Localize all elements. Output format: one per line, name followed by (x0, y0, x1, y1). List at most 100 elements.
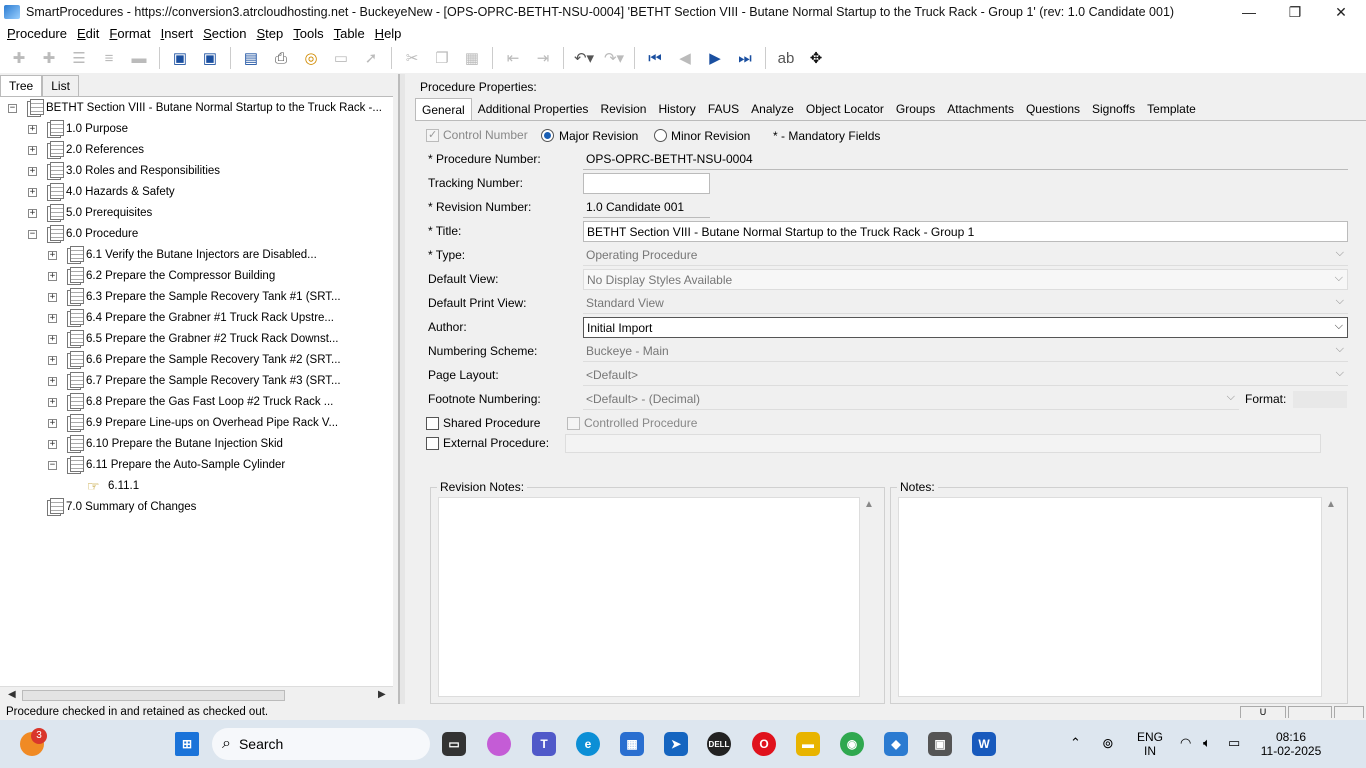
default-print-view-select[interactable]: Standard View ⌵ (583, 293, 1348, 314)
controlled-procedure-checkbox[interactable] (567, 417, 580, 430)
add-child-icon[interactable]: ✚ (38, 47, 60, 69)
undo-icon[interactable]: ↶▾ (573, 47, 595, 69)
next-icon[interactable]: ▶ (704, 47, 726, 69)
tree-item[interactable]: + 6.3 Prepare the Sample Recovery Tank #… (48, 287, 341, 307)
copilot-icon[interactable] (487, 732, 511, 756)
tab-faus[interactable]: FAUS (702, 98, 745, 120)
expand-icon[interactable]: + (48, 313, 57, 323)
show-hidden-icons[interactable]: ⌃ (1070, 736, 1081, 750)
language-indicator[interactable]: ENG IN (1136, 730, 1164, 758)
image-icon[interactable]: ▭ (330, 47, 352, 69)
collapse-icon[interactable]: − (8, 103, 17, 113)
revision-notes-scrollbar[interactable]: ▲ (860, 497, 877, 697)
cut-icon[interactable]: ✂ (401, 47, 423, 69)
default-view-select[interactable]: No Display Styles Available ⌵ (583, 269, 1348, 290)
expand-icon[interactable]: + (28, 208, 37, 218)
procedure-number-field[interactable]: OPS-OPRC-BETHT-NSU-0004 (583, 149, 1348, 170)
preview-icon[interactable]: ▤ (240, 47, 262, 69)
redo-icon[interactable]: ↷▾ (603, 47, 625, 69)
scroll-thumb[interactable] (22, 690, 285, 701)
format-field[interactable] (1293, 391, 1347, 408)
link-icon[interactable]: ◎ (300, 47, 322, 69)
menu-edit[interactable]: Edit (72, 26, 104, 41)
list-icon[interactable]: ☰ (68, 47, 90, 69)
outdent-icon[interactable]: ⇤ (502, 47, 524, 69)
taskbar-search[interactable]: ⌕ Search (212, 728, 430, 760)
volume-icon[interactable]: 🔈︎ (1203, 736, 1211, 750)
tree-item[interactable]: + 6.10 Prepare the Butane Injection Skid (48, 434, 283, 454)
spellcheck-icon[interactable]: ab (775, 47, 797, 69)
move-icon[interactable]: ✥ (805, 47, 827, 69)
print-icon[interactable]: ⎙ (270, 47, 292, 69)
tab-list[interactable]: List (42, 75, 79, 96)
first-icon[interactable]: ⏮ (644, 47, 666, 69)
tab-template[interactable]: Template (1141, 98, 1202, 120)
menu-insert[interactable]: Insert (156, 26, 199, 41)
expand-icon[interactable]: + (28, 166, 37, 176)
tab-object-locator[interactable]: Object Locator (800, 98, 890, 120)
edge-icon[interactable]: e (576, 732, 600, 756)
scroll-right-icon[interactable]: ▶ (378, 689, 386, 700)
numbering-scheme-select[interactable]: Buckeye - Main ⌵ (583, 341, 1348, 362)
tree-item[interactable]: − 6.11 Prepare the Auto-Sample Cylinder (48, 455, 285, 475)
tree-item[interactable]: + 6.2 Prepare the Compressor Building (48, 266, 275, 286)
expand-icon[interactable]: + (28, 145, 37, 155)
expand-icon[interactable]: + (48, 355, 57, 365)
tree-item[interactable]: + 2.0 References (28, 140, 144, 160)
expand-icon[interactable]: + (28, 187, 37, 197)
paste-icon[interactable]: ▦ (461, 47, 483, 69)
expand-icon[interactable]: + (28, 124, 37, 134)
menu-section[interactable]: Section (198, 26, 251, 41)
collapse-icon[interactable]: − (28, 229, 37, 239)
control-number-checkbox[interactable] (426, 128, 439, 142)
tab-history[interactable]: History (652, 98, 701, 120)
expand-icon[interactable]: + (48, 418, 57, 428)
chrome-icon[interactable]: ◉ (840, 732, 864, 756)
battery-icon[interactable]: ▭ (1228, 736, 1240, 750)
menu-table[interactable]: Table (329, 26, 370, 41)
external-procedure-checkbox[interactable] (426, 437, 439, 450)
tree-horizontal-scrollbar[interactable]: ◀ ▶ (0, 686, 393, 703)
menu-format[interactable]: Format (104, 26, 155, 41)
minor-revision-radio[interactable] (654, 129, 667, 142)
close-button[interactable]: ✕ (1318, 0, 1364, 24)
footnote-numbering-select[interactable]: <Default> - (Decimal) ⌵ (583, 389, 1239, 410)
notes-textarea[interactable] (898, 497, 1322, 697)
tab-analyze[interactable]: Analyze (745, 98, 800, 120)
tree-item[interactable]: + 5.0 Prerequisites (28, 203, 152, 223)
previous-icon[interactable]: ◀ (674, 47, 696, 69)
tree-item[interactable]: + 6.8 Prepare the Gas Fast Loop #2 Truck… (48, 392, 333, 412)
maximize-button[interactable]: ❐ (1272, 0, 1318, 24)
tree-item-step[interactable]: ☞ 6.11.1 (87, 476, 139, 496)
indent-icon[interactable]: ⇥ (532, 47, 554, 69)
type-select[interactable]: Operating Procedure ⌵ (583, 245, 1348, 266)
tab-additional-properties[interactable]: Additional Properties (472, 98, 595, 120)
file-explorer-icon[interactable]: ▬ (796, 732, 820, 756)
tree-item[interactable]: + 1.0 Purpose (28, 119, 128, 139)
tree-item[interactable]: + 6.6 Prepare the Sample Recovery Tank #… (48, 350, 341, 370)
tree-item[interactable]: + 4.0 Hazards & Safety (28, 182, 175, 202)
tree-item[interactable]: + 6.4 Prepare the Grabner #1 Truck Rack … (48, 308, 334, 328)
save-icon[interactable]: ▣ (199, 47, 221, 69)
tab-groups[interactable]: Groups (890, 98, 941, 120)
tab-general[interactable]: General (415, 98, 472, 120)
list-indent-icon[interactable]: ≡ (98, 47, 120, 69)
scroll-up-icon[interactable]: ▲ (864, 499, 874, 510)
author-select[interactable]: Initial Import ⌵ (583, 317, 1348, 338)
minimize-button[interactable]: — (1226, 0, 1272, 24)
expand-icon[interactable]: + (48, 250, 57, 260)
wifi-icon[interactable]: ◠ (1180, 736, 1191, 750)
menu-step[interactable]: Step (251, 26, 288, 41)
tab-attachments[interactable]: Attachments (941, 98, 1020, 120)
notes-scrollbar[interactable]: ▲ (1322, 497, 1339, 697)
tree-item[interactable]: + 6.5 Prepare the Grabner #2 Truck Rack … (48, 329, 338, 349)
teams-icon[interactable]: T (532, 732, 556, 756)
menu-tools[interactable]: Tools (288, 26, 328, 41)
smartprocedures-taskbar-icon[interactable]: ◆ (884, 732, 908, 756)
scroll-left-icon[interactable]: ◀ (8, 689, 16, 700)
task-view-icon[interactable]: ▭ (442, 732, 466, 756)
tab-questions[interactable]: Questions (1020, 98, 1086, 120)
shared-procedure-checkbox[interactable] (426, 417, 439, 430)
revision-number-field[interactable]: 1.0 Candidate 001 (583, 197, 710, 218)
revision-notes-textarea[interactable] (438, 497, 860, 697)
